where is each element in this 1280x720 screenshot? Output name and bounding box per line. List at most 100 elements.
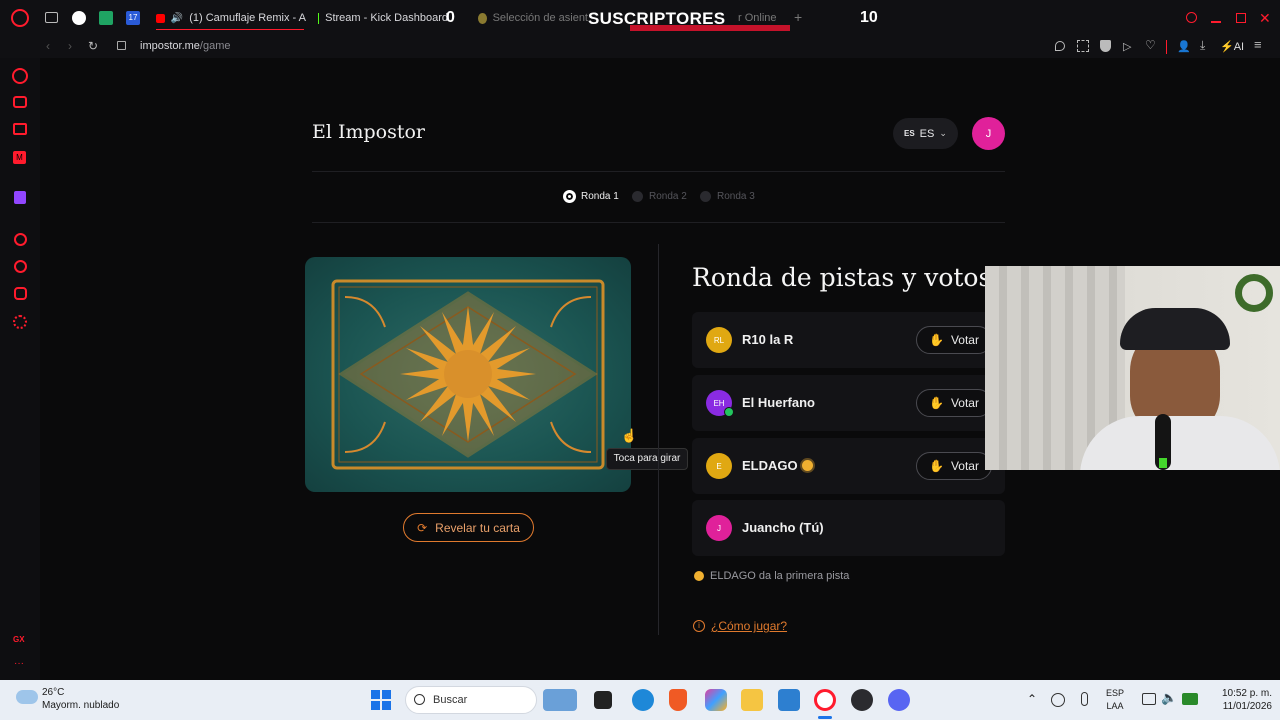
panel-title: Ronda de pistas y votos	[692, 263, 992, 292]
taskbar: 26°C Mayorm. nublado Buscar ⌃ ESP LAA 🔈 …	[0, 680, 1280, 720]
clock[interactable]: 10:52 p. m. 11/01/2026	[1206, 687, 1272, 713]
input-language[interactable]: ESP LAA	[1106, 687, 1124, 713]
hand-icon: ✋	[929, 459, 944, 473]
taskbar-search[interactable]: Buscar	[405, 686, 537, 714]
how-to-play-label: ¿Cómo jugar?	[711, 619, 788, 633]
tab-online[interactable]: r Online	[738, 6, 788, 30]
round-3-dot-icon	[700, 191, 711, 202]
settings-gear-icon[interactable]	[13, 315, 27, 329]
game-card[interactable]	[305, 257, 631, 492]
chevron-down-icon: ⌄	[939, 128, 947, 138]
user-avatar[interactable]: J	[972, 117, 1005, 150]
tab-seat-selection[interactable]: Selección de asient	[478, 6, 588, 30]
url-field[interactable]: impostor.me/game	[140, 40, 231, 52]
volume-icon[interactable]: 🔈	[1161, 690, 1177, 706]
download-icon[interactable]: ⤓	[1200, 38, 1214, 52]
extensions-icon[interactable]	[14, 287, 27, 300]
vote-button[interactable]: ✋ Votar	[916, 452, 992, 480]
sidebar: M GX ···	[0, 58, 40, 680]
file-explorer-icon[interactable]	[741, 689, 763, 711]
tooltip-text: Toca para girar	[613, 453, 681, 464]
search-tabs-icon[interactable]	[1186, 12, 1197, 23]
gx-label: GX	[13, 635, 25, 644]
opera-logo-icon[interactable]	[11, 9, 29, 27]
aria-icon: ⚡	[1220, 41, 1234, 53]
streamer-shirt	[1080, 416, 1280, 470]
toolbar-divider	[1166, 40, 1167, 54]
kick-icon	[318, 12, 320, 24]
round-2-dot-icon	[632, 191, 643, 202]
round-1-dot-icon	[563, 190, 576, 203]
online-check-icon	[724, 407, 734, 417]
tab-kick[interactable]: Stream - Kick Dashboard	[318, 6, 448, 30]
gx-control-icon[interactable]	[13, 96, 27, 108]
pinned-tab-icon[interactable]	[72, 11, 86, 25]
terminal-icon[interactable]	[594, 691, 612, 709]
webcam-overlay	[985, 266, 1280, 470]
gx-corner-icon[interactable]	[13, 123, 27, 135]
player-avatar: RL	[706, 327, 732, 353]
tray-sync-icon[interactable]	[1051, 693, 1065, 707]
tooltip: Toca para girar	[606, 448, 688, 470]
sheets-icon[interactable]	[99, 11, 113, 25]
opera-gx-taskbar-icon[interactable]	[814, 689, 836, 711]
minimize-button[interactable]	[1211, 21, 1221, 23]
speed-dial-icon[interactable]	[12, 68, 28, 84]
browser-tab-bar: 17 🔊 (1) Camuflaje Remix - A Stream - Ki…	[0, 0, 1280, 36]
player-name: R10 la R	[742, 332, 794, 347]
reveal-card-button[interactable]: ⟳ Revelar tu carta	[403, 513, 534, 542]
how-to-play-link[interactable]: i ¿Cómo jugar?	[693, 619, 787, 633]
discord-icon[interactable]	[888, 689, 910, 711]
hint-text: ELDAGO da la primera pista	[710, 570, 850, 582]
snapshot-icon[interactable]	[1077, 40, 1089, 52]
obs-icon[interactable]	[851, 689, 873, 711]
menu-icon[interactable]: ≡	[1254, 37, 1268, 52]
mouse-cursor-icon: ☝	[621, 428, 638, 443]
player-icon[interactable]	[14, 233, 27, 246]
tab-youtube[interactable]: 🔊 (1) Camuflaje Remix - A	[156, 6, 306, 30]
pin-icon[interactable]	[1055, 41, 1065, 51]
windows-start-icon[interactable]	[371, 690, 391, 710]
player-avatar: J	[706, 515, 732, 541]
twitch-icon[interactable]	[14, 191, 26, 204]
weather-widget[interactable]: 26°C Mayorm. nublado	[14, 686, 144, 714]
workspaces-icon[interactable]	[45, 12, 58, 23]
vote-button[interactable]: ✋ Votar	[916, 389, 992, 417]
account-icon[interactable]: 👤	[1177, 40, 1191, 54]
close-button[interactable]: ✕	[1259, 10, 1271, 27]
reload-icon[interactable]: ↻	[88, 39, 98, 53]
more-icon[interactable]: ···	[14, 658, 24, 669]
tray-chevron-icon[interactable]: ⌃	[1027, 692, 1037, 706]
new-tab-button[interactable]: +	[794, 9, 802, 25]
ai-button[interactable]: ⚡AI	[1220, 40, 1244, 53]
brave-icon[interactable]	[669, 689, 687, 711]
calendar-icon[interactable]: 17	[126, 11, 140, 25]
vscode-icon[interactable]	[778, 689, 800, 711]
search-placeholder: Buscar	[433, 694, 468, 706]
speaker-icon[interactable]: 🔊	[171, 13, 183, 24]
user-initial: J	[985, 127, 992, 140]
widgets-icon[interactable]	[543, 689, 577, 711]
vote-button[interactable]: ✋ Votar	[916, 326, 992, 354]
copilot-icon[interactable]	[705, 689, 727, 711]
maximize-button[interactable]	[1236, 13, 1246, 23]
shield-icon[interactable]	[1100, 40, 1111, 52]
history-icon[interactable]	[14, 260, 27, 273]
weather-desc: Mayorm. nublado	[42, 700, 120, 711]
wifi-icon[interactable]	[1142, 693, 1156, 705]
heart-icon[interactable]: ♡	[1145, 38, 1159, 52]
edge-icon[interactable]	[632, 689, 654, 711]
site-icon	[478, 12, 487, 24]
tray-mic-icon[interactable]	[1081, 692, 1088, 706]
forward-icon[interactable]: ›	[68, 39, 72, 53]
play-icon[interactable]: ▷	[1123, 40, 1137, 54]
battery-icon[interactable]	[1182, 693, 1198, 705]
header-divider	[312, 171, 1005, 172]
language-selector[interactable]: ES ES ⌄	[893, 118, 958, 149]
messenger-icon[interactable]: M	[13, 151, 26, 164]
avatar-initials: RL	[713, 335, 725, 345]
weather-temp: 26°C	[42, 687, 65, 698]
ai-label: AI	[1233, 41, 1245, 53]
back-icon[interactable]: ‹	[46, 39, 50, 53]
active-app-indicator	[818, 716, 832, 719]
